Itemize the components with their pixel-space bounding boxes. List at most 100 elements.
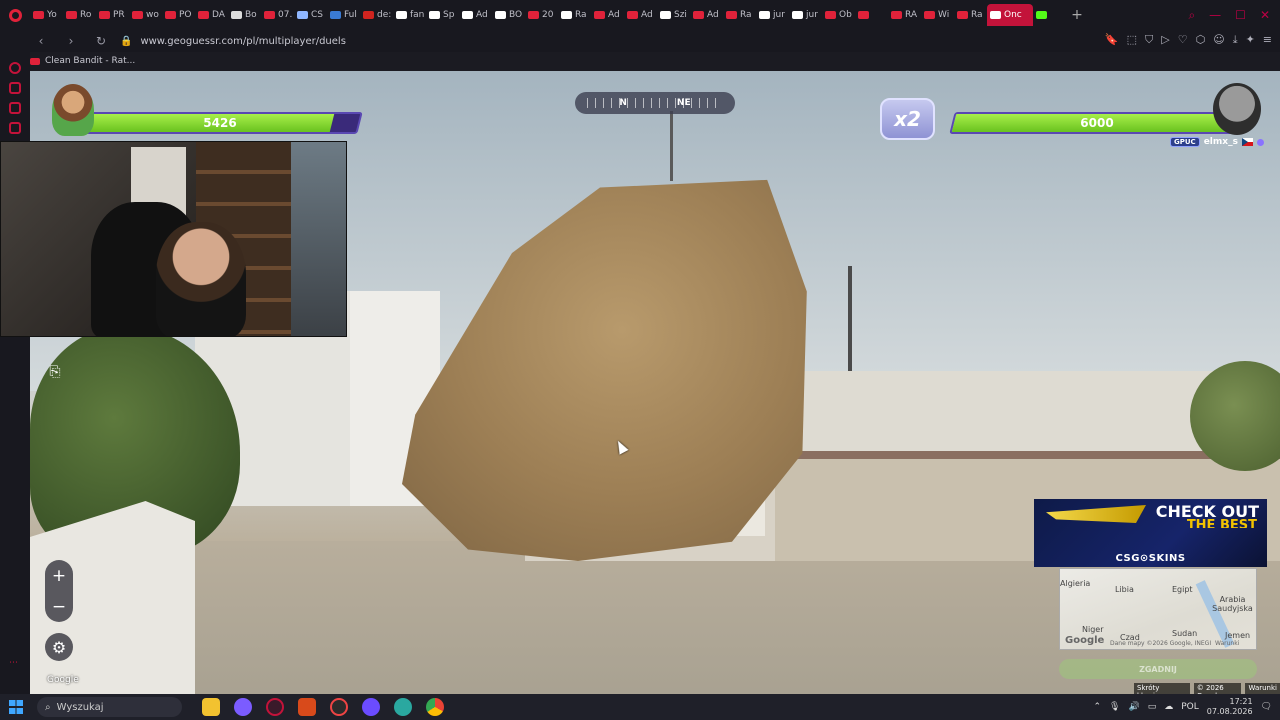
new-tab-button[interactable]: + bbox=[1066, 7, 1088, 23]
settings-gear-icon[interactable]: ⚙ bbox=[45, 633, 73, 661]
tab-item[interactable]: Ra bbox=[723, 4, 756, 26]
tab-item[interactable]: Ad bbox=[459, 4, 492, 26]
chevron-up-icon[interactable]: ⌃ bbox=[1094, 702, 1102, 712]
play-icon[interactable]: ▷ bbox=[1161, 33, 1169, 47]
bookmark-item[interactable]: Clean Bandit - Rat... bbox=[45, 56, 135, 66]
menu-icon[interactable]: ≡ bbox=[1263, 33, 1272, 47]
tab-item[interactable]: DA bbox=[195, 4, 228, 26]
zoom-in-button[interactable]: + bbox=[52, 566, 66, 586]
webcam-window bbox=[291, 142, 346, 336]
player-name-right[interactable]: elmx_s bbox=[1204, 137, 1238, 147]
tab-favicon-icon bbox=[264, 11, 275, 19]
right-building bbox=[780, 371, 1250, 456]
tab-kick[interactable] bbox=[1033, 4, 1066, 26]
compass-ticks bbox=[587, 98, 723, 108]
url-field[interactable]: www.geoguessr.com/pl/multiplayer/duels bbox=[140, 36, 345, 47]
profile-icon[interactable]: ☺ bbox=[1213, 33, 1224, 47]
map-label: Arabia Saudyjska bbox=[1212, 595, 1253, 613]
display-icon[interactable]: ▭ bbox=[1148, 702, 1157, 712]
history-icon[interactable] bbox=[9, 62, 21, 74]
return-to-start-icon[interactable]: ⎘ bbox=[45, 362, 65, 382]
csgoskins-ad[interactable]: CHECK OUT THE BEST CSG⊙SKINS bbox=[1034, 499, 1267, 567]
lock-icon[interactable]: 🔒 bbox=[120, 36, 132, 47]
brave-icon[interactable] bbox=[298, 698, 316, 716]
tab-item[interactable]: Ful bbox=[327, 4, 360, 26]
club-badge: GPUC bbox=[1170, 137, 1200, 147]
tab-item[interactable]: Ra bbox=[558, 4, 591, 26]
tab-active[interactable]: Onc bbox=[987, 4, 1033, 26]
tab-item[interactable]: Ob bbox=[822, 4, 855, 26]
chrome-icon[interactable] bbox=[426, 698, 444, 716]
tab-item[interactable]: Ad bbox=[624, 4, 657, 26]
shield-icon[interactable]: ⛉ bbox=[1145, 33, 1153, 47]
music-icon[interactable] bbox=[9, 122, 21, 134]
tab-favicon-icon bbox=[396, 11, 407, 19]
tab-item[interactable]: wo bbox=[129, 4, 162, 26]
tab-item[interactable]: 20 bbox=[525, 4, 558, 26]
opera-gx-icon[interactable] bbox=[266, 698, 284, 716]
opera-menu-icon[interactable] bbox=[0, 0, 30, 30]
tab-item[interactable]: fan bbox=[393, 4, 426, 26]
download-icon[interactable]: ⤓ bbox=[1233, 33, 1238, 47]
search-tabs-icon[interactable]: ⌕ bbox=[1188, 8, 1195, 23]
tab-item[interactable]: Yo bbox=[30, 4, 63, 26]
tab-item[interactable]: Ro bbox=[63, 4, 96, 26]
extensions-icon[interactable]: ⬡ bbox=[1196, 33, 1206, 47]
tab-item[interactable]: BO bbox=[492, 4, 525, 26]
tab-item[interactable]: CS bbox=[294, 4, 327, 26]
tab-item[interactable]: PR bbox=[96, 4, 129, 26]
compass[interactable]: N NE bbox=[575, 92, 735, 114]
avatar-right[interactable] bbox=[1213, 83, 1261, 135]
maximize-icon[interactable]: ☐ bbox=[1235, 8, 1246, 22]
tab-item[interactable]: 07. bbox=[261, 4, 294, 26]
reload-icon[interactable]: ↻ bbox=[92, 34, 110, 48]
tab-item[interactable]: Ad bbox=[690, 4, 723, 26]
guess-button[interactable]: ZGADNIJ bbox=[1059, 659, 1257, 679]
tab-item[interactable]: jur bbox=[756, 4, 789, 26]
map-label: Libia bbox=[1115, 585, 1134, 594]
minimize-icon[interactable]: — bbox=[1209, 8, 1221, 22]
app-icon[interactable] bbox=[330, 698, 348, 716]
file-explorer-icon[interactable] bbox=[202, 698, 220, 716]
back-icon[interactable]: ‹ bbox=[32, 34, 50, 48]
tab-item[interactable]: de: bbox=[360, 4, 393, 26]
health-bar-left: 5426 bbox=[77, 112, 363, 134]
screen: Yo Ro PR wo PO DA Bo 07. CS Ful de: fan Sp Ad BO 20 Ra Ad… bbox=[0, 0, 1280, 720]
app-icon[interactable] bbox=[362, 698, 380, 716]
guess-minimap[interactable]: Algieria Libia Egipt Arabia Saudyjska Ni… bbox=[1059, 568, 1257, 650]
app-icon[interactable] bbox=[394, 698, 412, 716]
minimap-attribution: Dane mapy ©2026 Google, INEGI Warunki bbox=[1110, 640, 1240, 647]
network-icon[interactable]: ☁ bbox=[1164, 702, 1173, 712]
tab-item[interactable] bbox=[855, 4, 888, 26]
tab-item[interactable]: Wi bbox=[921, 4, 954, 26]
forward-icon[interactable]: › bbox=[62, 34, 80, 48]
ai-icon[interactable]: ✦ bbox=[1246, 33, 1255, 47]
avatar-left[interactable] bbox=[52, 84, 94, 136]
volume-icon[interactable]: 🔊 bbox=[1128, 702, 1139, 712]
tab-item[interactable]: Ra bbox=[954, 4, 987, 26]
aria-icon[interactable] bbox=[9, 82, 21, 94]
close-icon[interactable]: ✕ bbox=[1260, 8, 1270, 22]
tab-item[interactable]: Szi bbox=[657, 4, 690, 26]
tab-favicon-icon bbox=[957, 11, 968, 19]
kick-icon bbox=[1036, 11, 1047, 19]
tab-item[interactable]: Bo bbox=[228, 4, 261, 26]
tab-item[interactable]: Ad bbox=[591, 4, 624, 26]
messenger-icon[interactable] bbox=[9, 102, 21, 114]
clock[interactable]: 17:21 07.08.2026 bbox=[1207, 697, 1253, 717]
tab-item[interactable]: Sp bbox=[426, 4, 459, 26]
tab-item[interactable]: PO bbox=[162, 4, 195, 26]
microphone-icon[interactable]: 🎙 bbox=[1109, 702, 1120, 712]
tab-item[interactable]: jur bbox=[789, 4, 822, 26]
heart-icon[interactable]: ♡ bbox=[1178, 33, 1188, 47]
bookmark-icon[interactable]: 🔖 bbox=[1105, 33, 1119, 47]
notifications-icon[interactable]: 🗨 bbox=[1261, 702, 1272, 712]
tab-item[interactable]: RA bbox=[888, 4, 921, 26]
more-icon[interactable]: ⋯ bbox=[9, 658, 21, 670]
language-indicator[interactable]: POL bbox=[1181, 702, 1199, 712]
windows-start-icon[interactable] bbox=[9, 700, 23, 714]
app-icon[interactable] bbox=[234, 698, 252, 716]
snapshot-icon[interactable]: ⬚ bbox=[1127, 33, 1137, 47]
taskbar-search[interactable]: ⌕ Wyszukaj bbox=[37, 697, 182, 717]
zoom-out-button[interactable]: − bbox=[52, 597, 66, 617]
